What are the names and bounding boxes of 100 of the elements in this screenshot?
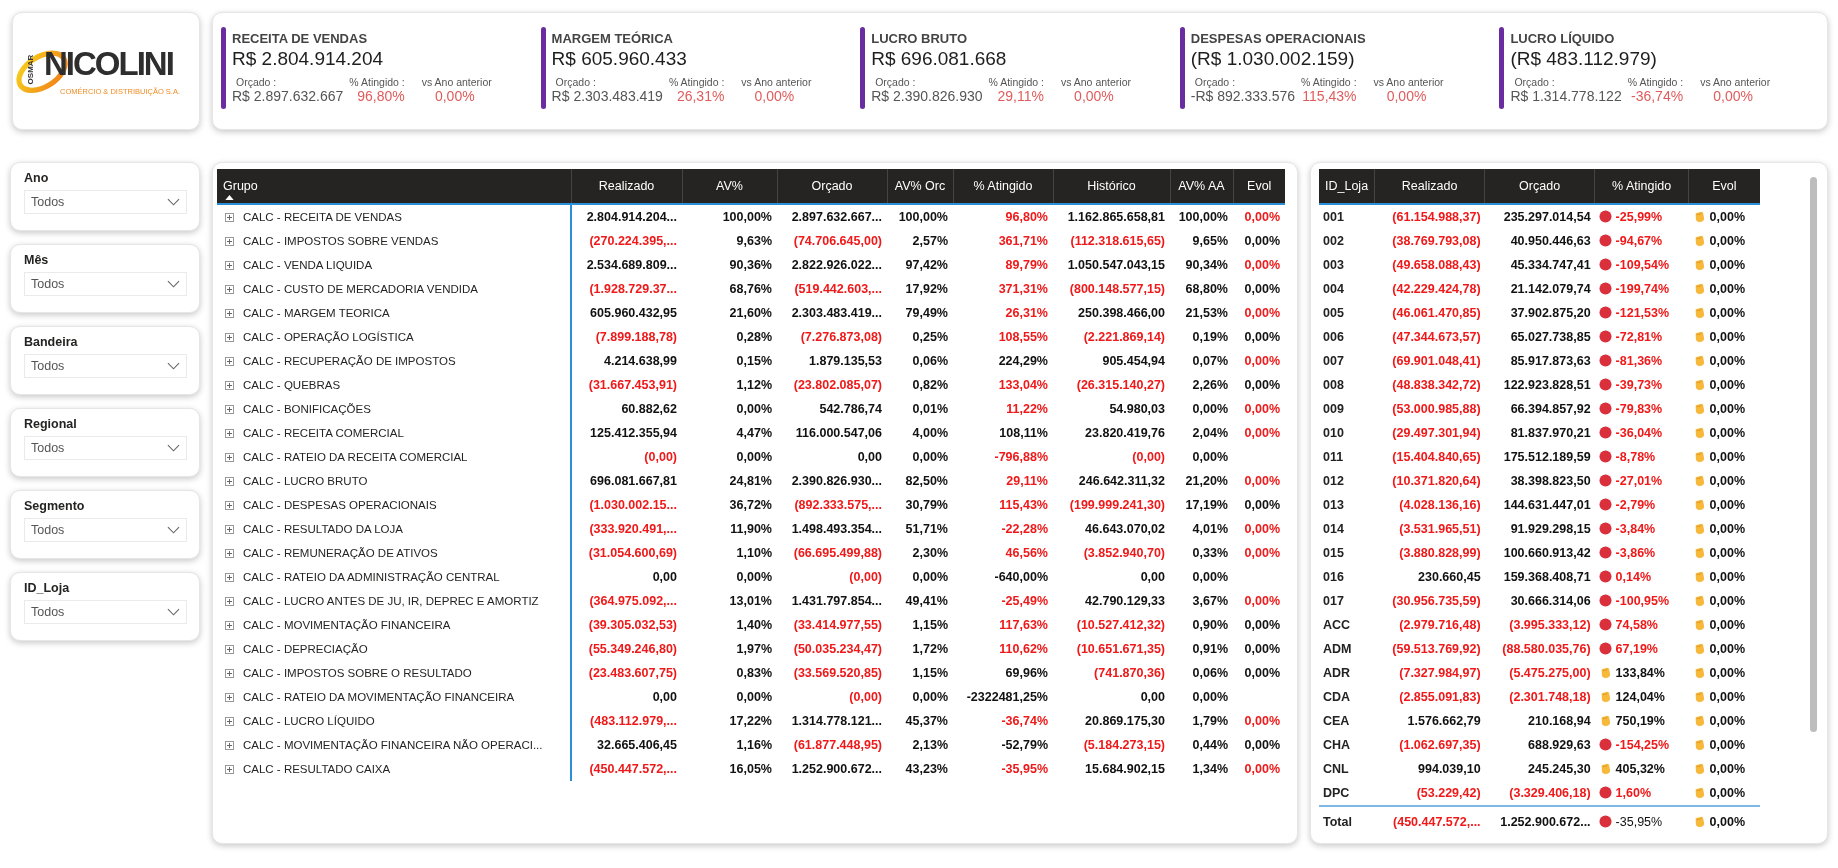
column-header[interactable]: Realizado	[1374, 169, 1485, 204]
table-cell-text: 1,12%	[735, 377, 773, 394]
table-cell: 0,00%	[1709, 546, 1746, 560]
expand-icon[interactable]	[225, 309, 234, 318]
expand-icon[interactable]	[225, 357, 234, 366]
expand-icon[interactable]	[225, 381, 234, 390]
group-name[interactable]: CALC - MARGEM TEORICA	[243, 307, 390, 319]
table-cell-text: 1,79%	[1191, 713, 1229, 730]
table-cell-text: 0,91%	[1191, 641, 1229, 658]
table-cell: 0,00%	[1709, 450, 1746, 464]
status-dot-icon	[1598, 402, 1612, 415]
table-cell-text: 66.394.857,92	[1509, 401, 1592, 418]
expand-icon[interactable]	[225, 261, 234, 270]
dropdown[interactable]: Todos	[24, 354, 187, 378]
scrollbar-thumb[interactable]	[1809, 177, 1817, 732]
table-cell-text: 0,25%	[911, 329, 949, 346]
group-name[interactable]: CALC - LUCRO ANTES DE JU, IR, DEPREC E AMORTIZ	[243, 595, 539, 607]
expand-icon[interactable]	[225, 693, 234, 702]
group-name[interactable]: CALC - RECEITA DE VENDAS	[243, 211, 402, 223]
expand-icon[interactable]	[225, 213, 234, 222]
column-header[interactable]: AV%	[682, 169, 777, 204]
group-name[interactable]: CALC - LUCRO BRUTO	[243, 475, 368, 487]
group-name[interactable]: CALC - MOVIMENTAÇÃO FINANCEIRA NÃO OPERACI...	[243, 739, 543, 751]
expand-icon[interactable]	[225, 285, 234, 294]
group-name[interactable]: CALC - QUEBRAS	[243, 379, 341, 391]
status-dot-icon	[1598, 594, 1612, 607]
column-header[interactable]: Evol	[1233, 169, 1285, 204]
expand-icon[interactable]	[225, 645, 234, 654]
table-cell-text: 1,97%	[735, 641, 773, 658]
table-cell: 2.804.914.204...	[571, 204, 682, 229]
column-header[interactable]: Histórico	[1053, 169, 1170, 204]
expand-icon[interactable]	[225, 765, 234, 774]
table-cell-text: (49.658.088,43)	[1391, 257, 1482, 274]
chevron-icon	[167, 362, 180, 370]
table-cell-text: 0,00%	[1243, 521, 1281, 538]
dropdown[interactable]: Todos	[24, 518, 187, 542]
expand-icon[interactable]	[225, 525, 234, 534]
expand-icon[interactable]	[225, 597, 234, 606]
table-cell: 0,00%	[1709, 786, 1746, 800]
expand-icon[interactable]	[225, 549, 234, 558]
table-cell-text: 1.879.135,53	[808, 353, 883, 370]
expand-icon[interactable]	[225, 237, 234, 246]
column-header[interactable]: Orçado	[777, 169, 887, 204]
column-header[interactable]: Grupo	[223, 179, 258, 193]
expand-icon[interactable]	[225, 429, 234, 438]
group-name[interactable]: CALC - CUSTO DE MERCADORIA VENDIDA	[243, 283, 478, 295]
group-name[interactable]: CALC - IMPOSTOS SOBRE VENDAS	[243, 235, 439, 247]
table-cell-text: 54.980,03	[1108, 401, 1166, 418]
group-name[interactable]: CALC - MOVIMENTAÇÃO FINANCEIRA	[243, 619, 451, 631]
table-cell-text: 0,07%	[1191, 353, 1229, 370]
group-name[interactable]: CALC - LUCRO LÍQUIDO	[243, 715, 375, 727]
column-header[interactable]: Evol	[1688, 169, 1760, 204]
group-name[interactable]: CALC - DESPESAS OPERACIONAIS	[243, 499, 437, 511]
expand-icon[interactable]	[225, 501, 234, 510]
group-name[interactable]: CALC - IMPOSTOS SOBRE O RESULTADO	[243, 667, 472, 679]
expand-icon[interactable]	[225, 405, 234, 414]
table-cell-text: 250.398.466,00	[1077, 305, 1166, 322]
column-header[interactable]: % Atingido	[1594, 169, 1689, 204]
table-cell-text: 004	[1322, 281, 1345, 298]
kpi-label: vs Ano anterior	[1059, 76, 1132, 88]
column-header[interactable]: ID_Loja	[1319, 169, 1375, 204]
group-name[interactable]: CALC - RECUPERAÇÃO DE IMPOSTOS	[243, 355, 456, 367]
table-cell-text: 005	[1322, 305, 1345, 322]
expand-icon[interactable]	[225, 573, 234, 582]
expand-icon[interactable]	[225, 669, 234, 678]
expand-icon[interactable]	[225, 333, 234, 342]
sort-arrow-icon[interactable]	[225, 195, 234, 200]
table-cell-text: 45,37%	[904, 713, 949, 730]
expand-icon[interactable]	[225, 717, 234, 726]
column-header[interactable]: Realizado	[571, 169, 682, 204]
group-name[interactable]: CALC - BONIFICAÇÕES	[243, 403, 371, 415]
group-name[interactable]: CALC - RATEIO DA RECEITA COMERCIAL	[243, 451, 468, 463]
column-header[interactable]: Orçado	[1484, 169, 1595, 204]
group-name[interactable]: CALC - RATEIO DA ADMINISTRAÇÃO CENTRAL	[243, 571, 500, 583]
dropdown[interactable]: Todos	[24, 190, 187, 214]
kpi-budget: R$ 2.303.483.419	[551, 88, 663, 104]
group-name[interactable]: CALC - RATEIO DA MOVIMENTAÇÃO FINANCEIRA	[243, 691, 515, 703]
dropdown[interactable]: Todos	[24, 600, 187, 624]
group-name[interactable]: CALC - RESULTADO DA LOJA	[243, 523, 403, 535]
group-name[interactable]: CALC - DEPRECIAÇÃO	[243, 643, 368, 655]
table-cell-text: 0,00%	[1243, 425, 1281, 442]
group-name[interactable]: CALC - RECEITA COMERCIAL	[243, 427, 404, 439]
column-header[interactable]: AV% AA	[1170, 169, 1233, 204]
column-header[interactable]: AV% Orc	[887, 169, 953, 204]
expand-icon[interactable]	[225, 621, 234, 630]
group-name[interactable]: CALC - OPERAÇÃO LOGÍSTICA	[243, 331, 414, 343]
group-name[interactable]: CALC - VENDA LIQUIDA	[243, 259, 373, 271]
table-cell-text: 007	[1322, 353, 1345, 370]
group-name[interactable]: CALC - RESULTADO CAIXA	[243, 763, 391, 775]
table-cell: 0,00%	[1709, 474, 1746, 488]
table-cell-text: 0,00%	[1243, 497, 1281, 514]
dropdown[interactable]: Todos	[24, 272, 187, 296]
expand-icon[interactable]	[225, 453, 234, 462]
expand-icon[interactable]	[225, 477, 234, 486]
group-name[interactable]: CALC - REMUNERAÇÃO DE ATIVOS	[243, 547, 438, 559]
expand-icon[interactable]	[225, 741, 234, 750]
dropdown[interactable]: Todos	[24, 436, 187, 460]
column-header[interactable]: % Atingido	[953, 169, 1053, 204]
table-cell-text: 1,15%	[911, 617, 949, 634]
table-cell-text: CNL	[1322, 761, 1350, 778]
